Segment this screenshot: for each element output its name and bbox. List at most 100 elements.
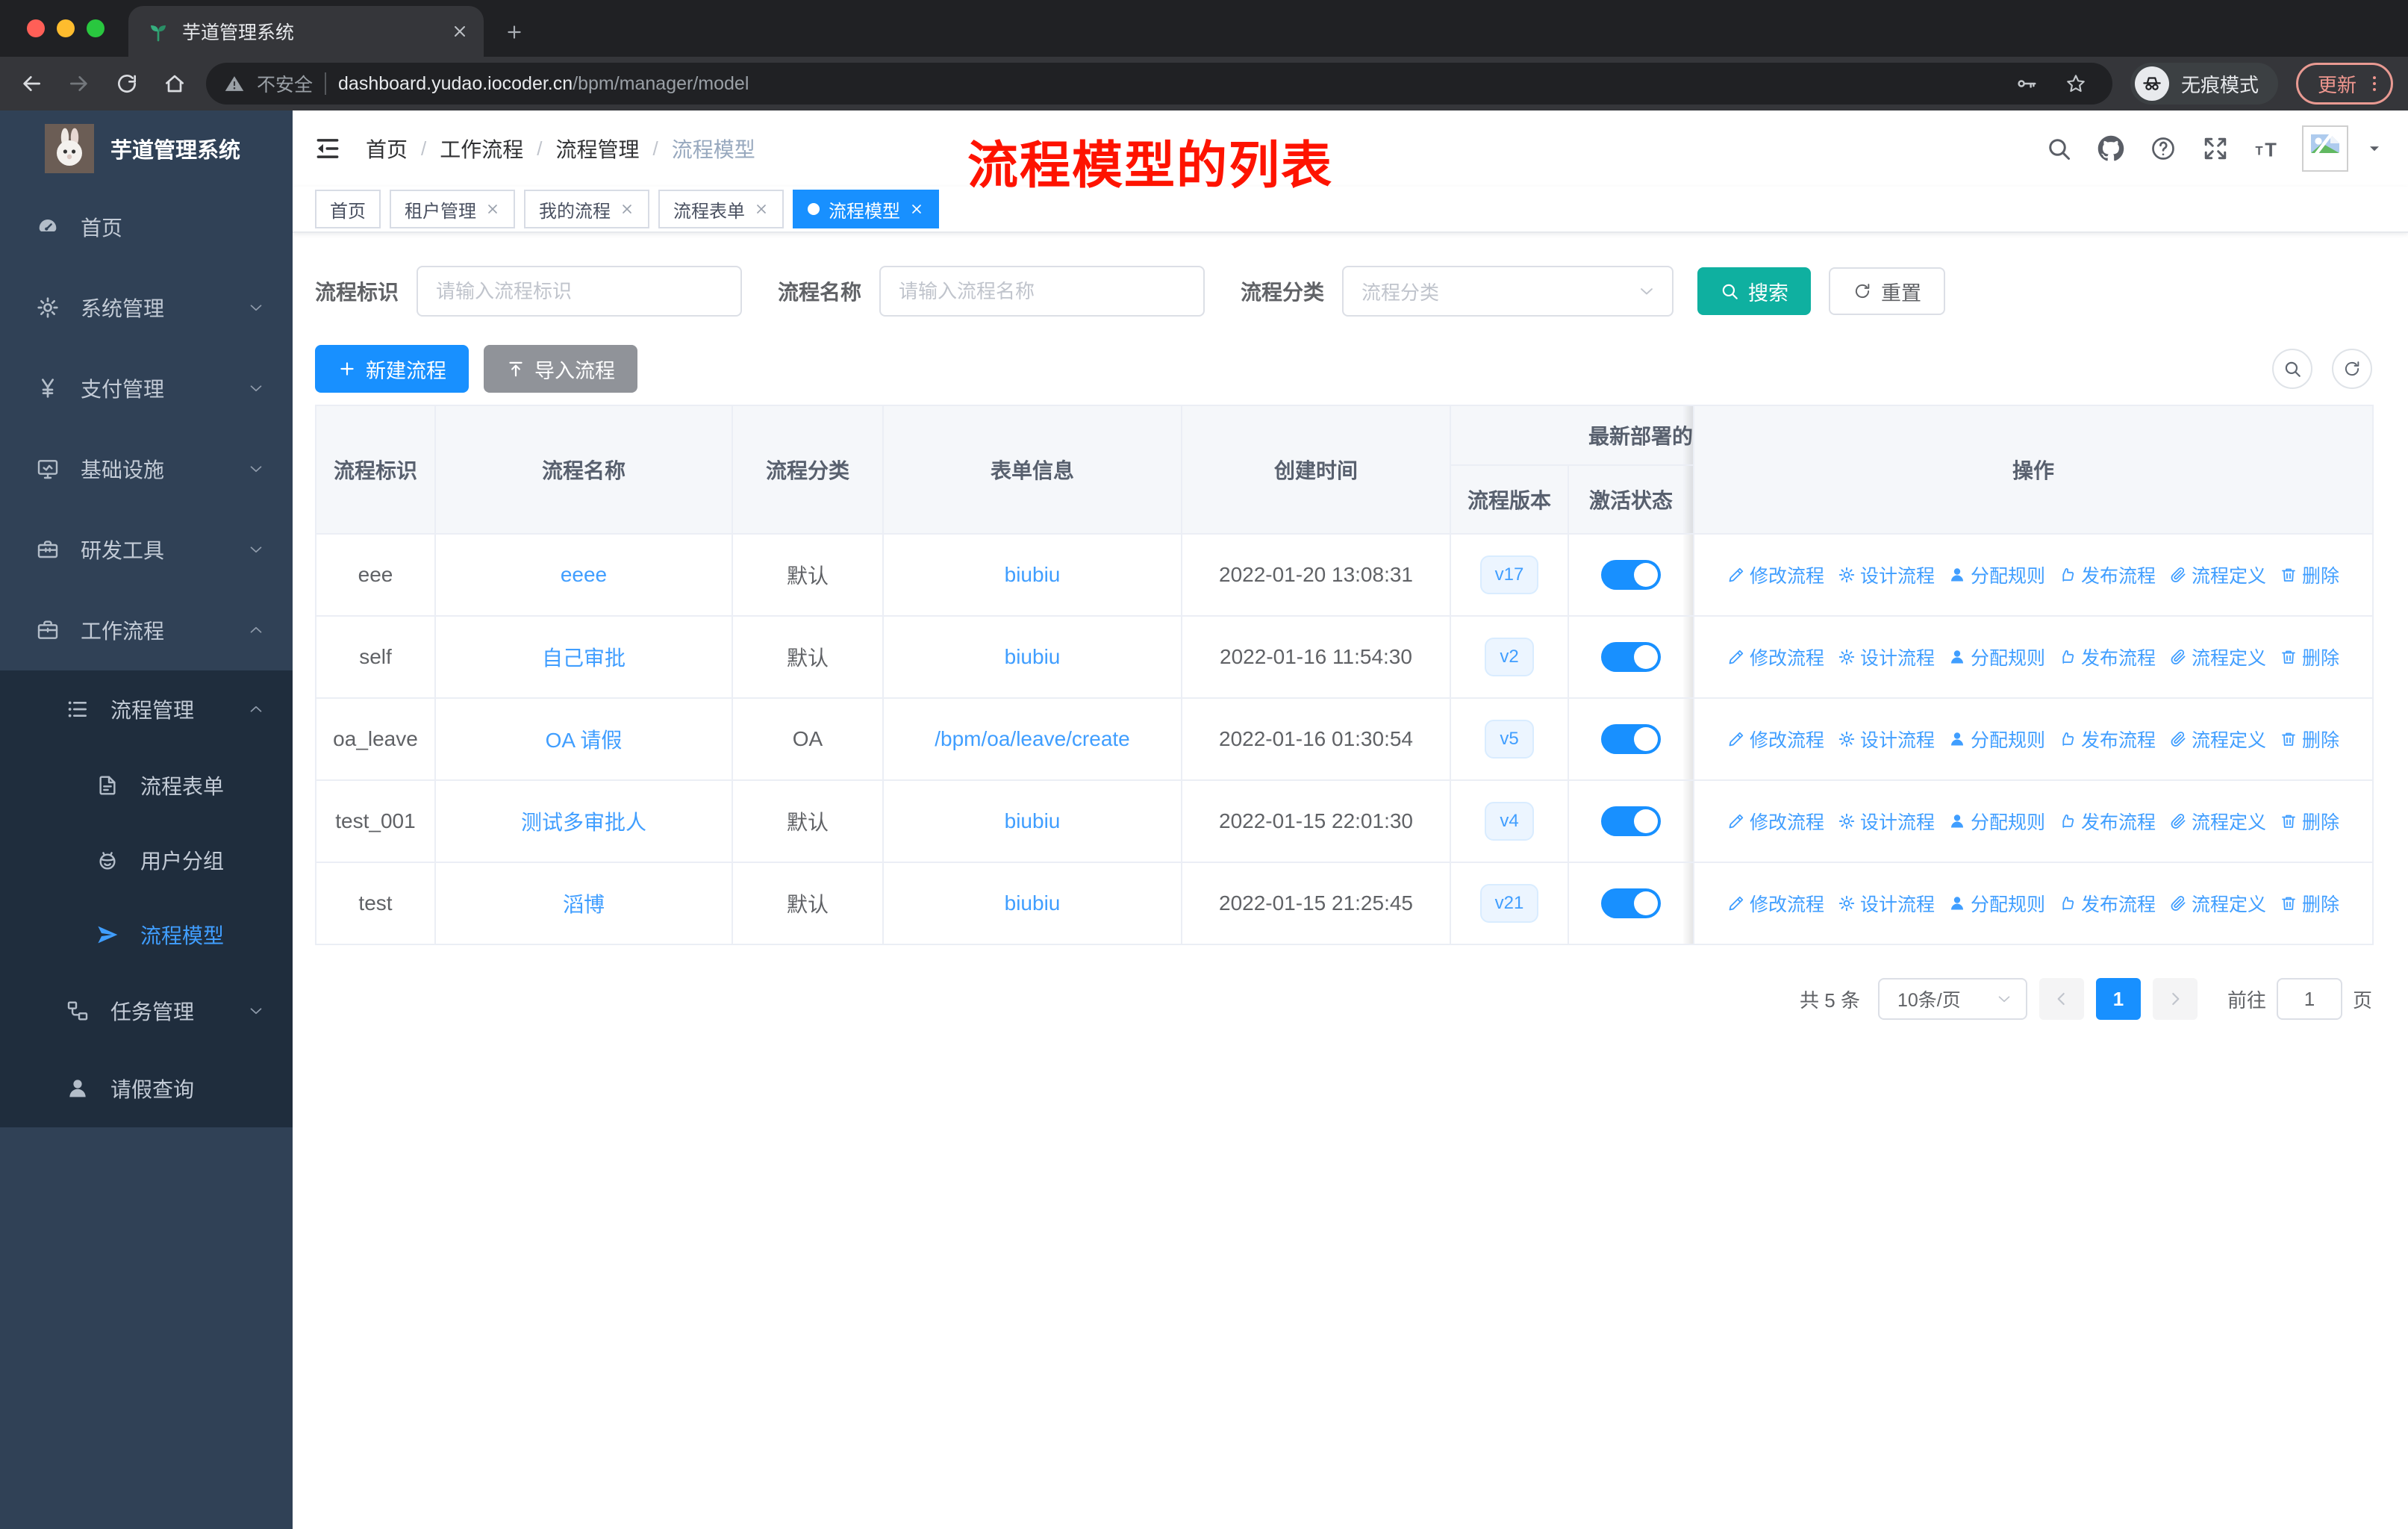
- action-delete[interactable]: 删除: [2280, 561, 2339, 588]
- refresh-table-button[interactable]: [2332, 349, 2372, 389]
- form-info-link[interactable]: /bpm/oa/leave/create: [935, 727, 1130, 750]
- active-toggle[interactable]: [1601, 724, 1661, 754]
- bookmark-icon[interactable]: [2057, 72, 2094, 95]
- action-assign-rule[interactable]: 分配规则: [1948, 808, 2045, 835]
- action-assign-rule[interactable]: 分配规则: [1948, 890, 2045, 917]
- back-button[interactable]: [9, 72, 54, 96]
- not-secure-icon[interactable]: [224, 73, 245, 94]
- action-publish-process[interactable]: 发布流程: [2059, 644, 2156, 670]
- action-design-process[interactable]: 设计流程: [1838, 561, 1935, 588]
- action-process-definition[interactable]: 流程定义: [2169, 890, 2266, 917]
- github-icon[interactable]: [2093, 135, 2129, 162]
- collapse-sidebar-button[interactable]: [314, 134, 342, 163]
- action-process-definition[interactable]: 流程定义: [2169, 561, 2266, 588]
- tag-my-process[interactable]: 我的流程: [524, 190, 649, 228]
- action-edit-process[interactable]: 修改流程: [1727, 890, 1824, 917]
- search-button[interactable]: 搜索: [1697, 267, 1812, 315]
- minimize-window-button[interactable]: [57, 19, 75, 37]
- tab-close-icon[interactable]: [451, 22, 469, 40]
- header-search-icon[interactable]: [2041, 135, 2077, 162]
- help-icon[interactable]: [2145, 135, 2181, 162]
- action-delete[interactable]: 删除: [2280, 726, 2339, 753]
- user-menu-caret-icon[interactable]: [2365, 139, 2384, 158]
- process-name-link[interactable]: 滔博: [563, 893, 605, 916]
- sidebar-item-process-model[interactable]: 流程模型: [0, 897, 293, 972]
- sidebar-item-devtools[interactable]: 研发工具: [0, 509, 293, 590]
- sidebar-item-system[interactable]: 系统管理: [0, 267, 293, 348]
- process-name-link[interactable]: 测试多审批人: [521, 811, 646, 834]
- browser-menu-icon[interactable]: [2364, 73, 2385, 94]
- sidebar-item-infra[interactable]: 基础设施: [0, 429, 293, 509]
- address-bar[interactable]: 不安全 dashboard.yudao.iocoder.cn/bpm/manag…: [206, 63, 2112, 105]
- process-name-link[interactable]: OA 请假: [546, 729, 623, 752]
- action-edit-process[interactable]: 修改流程: [1727, 561, 1824, 588]
- action-edit-process[interactable]: 修改流程: [1727, 644, 1824, 670]
- close-tag-icon[interactable]: [620, 202, 634, 217]
- action-assign-rule[interactable]: 分配规则: [1948, 561, 2045, 588]
- process-name-input[interactable]: [879, 266, 1205, 317]
- active-toggle[interactable]: [1601, 560, 1661, 590]
- goto-page-input[interactable]: [2276, 978, 2342, 1020]
- page-size-select[interactable]: 10条/页: [1877, 978, 2027, 1020]
- action-process-definition[interactable]: 流程定义: [2169, 808, 2266, 835]
- form-info-link[interactable]: biubiu: [1005, 645, 1061, 668]
- sidebar-item-payment[interactable]: 支付管理: [0, 348, 293, 429]
- new-tab-button[interactable]: [505, 22, 524, 42]
- action-assign-rule[interactable]: 分配规则: [1948, 726, 2045, 753]
- close-tag-icon[interactable]: [909, 202, 924, 217]
- active-toggle[interactable]: [1601, 642, 1661, 672]
- sidebar-item-user-group[interactable]: 用户分组: [0, 823, 293, 897]
- tag-home[interactable]: 首页: [315, 190, 381, 228]
- prev-page-button[interactable]: [2039, 978, 2084, 1020]
- browser-tab[interactable]: 芋道管理系统: [128, 6, 484, 57]
- reset-button[interactable]: 重置: [1829, 267, 1946, 315]
- action-publish-process[interactable]: 发布流程: [2059, 561, 2156, 588]
- action-design-process[interactable]: 设计流程: [1838, 644, 1935, 670]
- category-select[interactable]: 流程分类: [1342, 266, 1674, 317]
- close-tag-icon[interactable]: [485, 202, 500, 217]
- action-publish-process[interactable]: 发布流程: [2059, 890, 2156, 917]
- action-design-process[interactable]: 设计流程: [1838, 726, 1935, 753]
- action-process-definition[interactable]: 流程定义: [2169, 644, 2266, 670]
- tag-tenant-mgmt[interactable]: 租户管理: [390, 190, 515, 228]
- sidebar-item-process-form[interactable]: 流程表单: [0, 748, 293, 823]
- font-size-icon[interactable]: TT: [2250, 135, 2286, 162]
- update-button[interactable]: 更新: [2295, 63, 2393, 105]
- tag-process-model[interactable]: 流程模型: [793, 190, 939, 228]
- form-info-link[interactable]: biubiu: [1005, 891, 1061, 915]
- fullscreen-icon[interactable]: [2198, 135, 2233, 162]
- sidebar-item-task-mgmt[interactable]: 任务管理: [0, 972, 293, 1050]
- action-publish-process[interactable]: 发布流程: [2059, 726, 2156, 753]
- breadcrumb-home[interactable]: 首页: [366, 134, 408, 164]
- form-info-link[interactable]: biubiu: [1005, 563, 1061, 586]
- password-manager-icon[interactable]: [2008, 72, 2045, 95]
- toggle-search-button[interactable]: [2272, 349, 2312, 389]
- next-page-button[interactable]: [2152, 978, 2198, 1020]
- action-delete[interactable]: 删除: [2280, 808, 2339, 835]
- active-toggle[interactable]: [1601, 888, 1661, 918]
- action-delete[interactable]: 删除: [2280, 890, 2339, 917]
- process-name-link[interactable]: eeee: [561, 563, 607, 586]
- action-publish-process[interactable]: 发布流程: [2059, 808, 2156, 835]
- action-assign-rule[interactable]: 分配规则: [1948, 644, 2045, 670]
- import-process-button[interactable]: 导入流程: [484, 345, 637, 393]
- zoom-window-button[interactable]: [87, 19, 105, 37]
- breadcrumb-workflow[interactable]: 工作流程: [440, 134, 523, 164]
- sidebar-item-home[interactable]: 首页: [0, 187, 293, 267]
- forward-button[interactable]: [57, 72, 102, 96]
- action-design-process[interactable]: 设计流程: [1838, 890, 1935, 917]
- sidebar-item-leave-query[interactable]: 请假查询: [0, 1050, 293, 1127]
- action-delete[interactable]: 删除: [2280, 644, 2339, 670]
- breadcrumb-process-mgmt[interactable]: 流程管理: [556, 134, 640, 164]
- page-number-button[interactable]: 1: [2095, 978, 2141, 1020]
- close-tag-icon[interactable]: [754, 202, 769, 217]
- action-design-process[interactable]: 设计流程: [1838, 808, 1935, 835]
- tag-process-form[interactable]: 流程表单: [658, 190, 784, 228]
- reload-button[interactable]: [105, 72, 149, 96]
- active-toggle[interactable]: [1601, 806, 1661, 836]
- process-name-link[interactable]: 自己审批: [542, 647, 626, 670]
- form-info-link[interactable]: biubiu: [1005, 809, 1061, 832]
- action-process-definition[interactable]: 流程定义: [2169, 726, 2266, 753]
- sidebar-item-process-mgmt[interactable]: 流程管理: [0, 670, 293, 748]
- close-window-button[interactable]: [27, 19, 45, 37]
